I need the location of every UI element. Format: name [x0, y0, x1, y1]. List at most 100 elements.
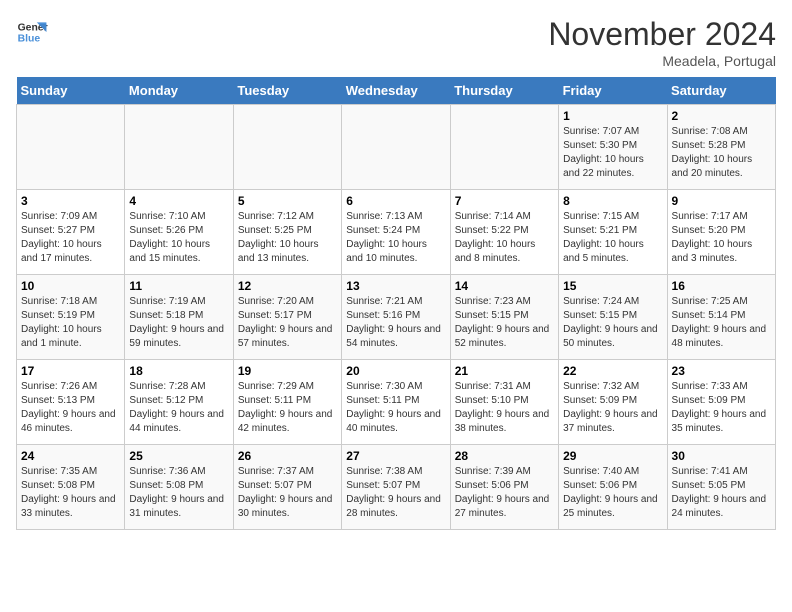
day-info: Sunrise: 7:38 AMSunset: 5:07 PMDaylight:… [346, 465, 445, 521]
logo-icon: General Blue [16, 16, 48, 48]
day-number: 25 [129, 449, 228, 463]
calendar-cell: 4Sunrise: 7:10 AMSunset: 5:26 PMDaylight… [125, 190, 233, 275]
day-number: 12 [238, 279, 337, 293]
calendar-cell: 10 Sunrise: 7:18 AMSunset: 5:19 PMDayligh… [17, 275, 125, 360]
day-info: Sunrise: 7:17 AMSunset: 5:20 PMDaylight:… [672, 210, 771, 266]
day-info: Sunrise: 7:23 AMSunset: 5:15 PMDaylight:… [455, 295, 554, 351]
weekday-header-wednesday: Wednesday [342, 77, 450, 105]
calendar-cell: 5Sunrise: 7:12 AMSunset: 5:25 PMDaylight… [233, 190, 341, 275]
calendar-cell: 22 Sunrise: 7:32 AMSunset: 5:09 PMDayligh… [559, 360, 667, 445]
calendar-cell: 17 Sunrise: 7:26 AMSunset: 5:13 PMDayligh… [17, 360, 125, 445]
day-info: Sunrise: 7:14 AMSunset: 5:22 PMDaylight:… [455, 210, 554, 266]
svg-text:Blue: Blue [18, 34, 41, 45]
week-row-4: 17 Sunrise: 7:26 AMSunset: 5:13 PMDayligh… [17, 360, 776, 445]
weekday-header-friday: Friday [559, 77, 667, 105]
day-info: Sunrise: 7:20 AMSunset: 5:17 PMDaylight:… [238, 295, 337, 351]
day-info: Sunrise: 7:32 AMSunset: 5:09 PMDaylight:… [563, 380, 662, 436]
calendar-cell: 12 Sunrise: 7:20 AMSunset: 5:17 PMDayligh… [233, 275, 341, 360]
calendar-cell [125, 105, 233, 190]
month-title: November 2024 [548, 16, 776, 53]
calendar-cell: 24 Sunrise: 7:35 AMSunset: 5:08 PMDayligh… [17, 445, 125, 530]
weekday-header-tuesday: Tuesday [233, 77, 341, 105]
week-row-2: 3 Sunrise: 7:09 AMSunset: 5:27 PMDaylight… [17, 190, 776, 275]
day-number: 14 [455, 279, 554, 293]
day-number: 1 [563, 109, 662, 123]
weekday-header-sunday: Sunday [17, 77, 125, 105]
calendar-cell: 30Sunrise: 7:41 AMSunset: 5:05 PMDayligh… [667, 445, 775, 530]
day-number: 10 [21, 279, 120, 293]
day-number: 13 [346, 279, 445, 293]
day-number: 24 [21, 449, 120, 463]
title-block: November 2024 Meadela, Portugal [548, 16, 776, 69]
day-number: 26 [238, 449, 337, 463]
day-number: 8 [563, 194, 662, 208]
calendar-cell: 28 Sunrise: 7:39 AMSunset: 5:06 PMDayligh… [450, 445, 558, 530]
calendar-cell [450, 105, 558, 190]
day-info: Sunrise: 7:33 AMSunset: 5:09 PMDaylight:… [672, 380, 771, 436]
day-number: 4 [129, 194, 228, 208]
day-info: Sunrise: 7:40 AMSunset: 5:06 PMDaylight:… [563, 465, 662, 521]
calendar-cell: 27 Sunrise: 7:38 AMSunset: 5:07 PMDayligh… [342, 445, 450, 530]
calendar-cell [17, 105, 125, 190]
day-info: Sunrise: 7:09 AMSunset: 5:27 PMDaylight:… [21, 210, 120, 266]
calendar-table: SundayMondayTuesdayWednesdayThursdayFrid… [16, 77, 776, 530]
weekday-header-thursday: Thursday [450, 77, 558, 105]
calendar-cell: 9Sunrise: 7:17 AMSunset: 5:20 PMDaylight… [667, 190, 775, 275]
calendar-cell: 20 Sunrise: 7:30 AMSunset: 5:11 PMDayligh… [342, 360, 450, 445]
calendar-cell: 3 Sunrise: 7:09 AMSunset: 5:27 PMDaylight… [17, 190, 125, 275]
day-info: Sunrise: 7:35 AMSunset: 5:08 PMDaylight:… [21, 465, 120, 521]
day-number: 7 [455, 194, 554, 208]
day-info: Sunrise: 7:29 AMSunset: 5:11 PMDaylight:… [238, 380, 337, 436]
day-number: 22 [563, 364, 662, 378]
day-info: Sunrise: 7:39 AMSunset: 5:06 PMDaylight:… [455, 465, 554, 521]
day-info: Sunrise: 7:19 AMSunset: 5:18 PMDaylight:… [129, 295, 228, 351]
day-info: Sunrise: 7:41 AMSunset: 5:05 PMDaylight:… [672, 465, 771, 521]
calendar-cell: 8Sunrise: 7:15 AMSunset: 5:21 PMDaylight… [559, 190, 667, 275]
day-info: Sunrise: 7:28 AMSunset: 5:12 PMDaylight:… [129, 380, 228, 436]
day-number: 27 [346, 449, 445, 463]
day-number: 20 [346, 364, 445, 378]
day-number: 17 [21, 364, 120, 378]
day-number: 18 [129, 364, 228, 378]
day-info: Sunrise: 7:31 AMSunset: 5:10 PMDaylight:… [455, 380, 554, 436]
day-info: Sunrise: 7:30 AMSunset: 5:11 PMDaylight:… [346, 380, 445, 436]
day-number: 29 [563, 449, 662, 463]
calendar-cell: 7 Sunrise: 7:14 AMSunset: 5:22 PMDaylight… [450, 190, 558, 275]
calendar-cell: 13 Sunrise: 7:21 AMSunset: 5:16 PMDayligh… [342, 275, 450, 360]
day-number: 15 [563, 279, 662, 293]
day-info: Sunrise: 7:07 AMSunset: 5:30 PMDaylight:… [563, 125, 662, 181]
day-info: Sunrise: 7:24 AMSunset: 5:15 PMDaylight:… [563, 295, 662, 351]
page-header: General Blue November 2024 Meadela, Port… [16, 16, 776, 69]
day-number: 19 [238, 364, 337, 378]
week-row-5: 24 Sunrise: 7:35 AMSunset: 5:08 PMDayligh… [17, 445, 776, 530]
day-number: 28 [455, 449, 554, 463]
day-info: Sunrise: 7:37 AMSunset: 5:07 PMDaylight:… [238, 465, 337, 521]
logo: General Blue [16, 16, 48, 48]
day-info: Sunrise: 7:26 AMSunset: 5:13 PMDaylight:… [21, 380, 120, 436]
day-info: Sunrise: 7:18 AMSunset: 5:19 PMDaylight:… [21, 295, 120, 351]
week-row-1: 1 Sunrise: 7:07 AMSunset: 5:30 PMDaylight… [17, 105, 776, 190]
day-number: 16 [672, 279, 771, 293]
day-info: Sunrise: 7:21 AMSunset: 5:16 PMDaylight:… [346, 295, 445, 351]
day-number: 5 [238, 194, 337, 208]
calendar-cell: 26 Sunrise: 7:37 AMSunset: 5:07 PMDayligh… [233, 445, 341, 530]
calendar-cell: 18 Sunrise: 7:28 AMSunset: 5:12 PMDayligh… [125, 360, 233, 445]
day-number: 2 [672, 109, 771, 123]
day-number: 11 [129, 279, 228, 293]
calendar-cell: 1 Sunrise: 7:07 AMSunset: 5:30 PMDaylight… [559, 105, 667, 190]
calendar-cell: 25 Sunrise: 7:36 AMSunset: 5:08 PMDayligh… [125, 445, 233, 530]
day-info: Sunrise: 7:13 AMSunset: 5:24 PMDaylight:… [346, 210, 445, 266]
day-info: Sunrise: 7:08 AMSunset: 5:28 PMDaylight:… [672, 125, 771, 181]
location: Meadela, Portugal [548, 53, 776, 69]
calendar-cell: 23Sunrise: 7:33 AMSunset: 5:09 PMDayligh… [667, 360, 775, 445]
calendar-cell: 21Sunrise: 7:31 AMSunset: 5:10 PMDayligh… [450, 360, 558, 445]
weekday-header-row: SundayMondayTuesdayWednesdayThursdayFrid… [17, 77, 776, 105]
week-row-3: 10 Sunrise: 7:18 AMSunset: 5:19 PMDayligh… [17, 275, 776, 360]
calendar-cell [233, 105, 341, 190]
day-info: Sunrise: 7:36 AMSunset: 5:08 PMDaylight:… [129, 465, 228, 521]
calendar-cell: 2 Sunrise: 7:08 AMSunset: 5:28 PMDaylight… [667, 105, 775, 190]
day-number: 6 [346, 194, 445, 208]
calendar-cell: 14 Sunrise: 7:23 AMSunset: 5:15 PMDayligh… [450, 275, 558, 360]
day-number: 3 [21, 194, 120, 208]
calendar-cell: 29 Sunrise: 7:40 AMSunset: 5:06 PMDayligh… [559, 445, 667, 530]
